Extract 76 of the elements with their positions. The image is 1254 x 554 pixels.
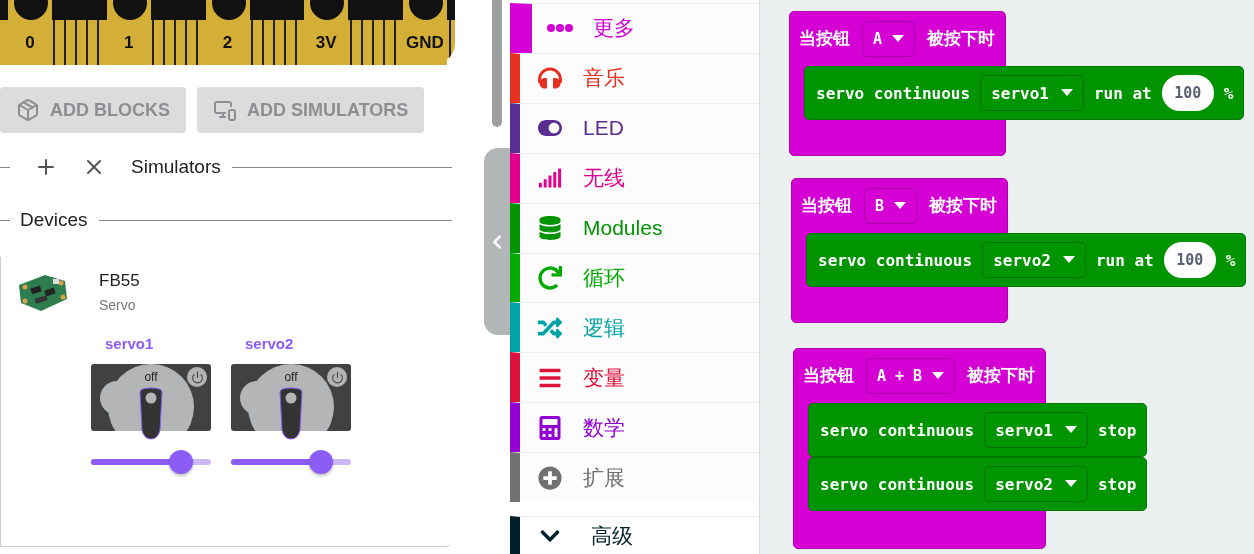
button-dropdown[interactable]: A + B — [866, 357, 956, 394]
servo-dropdown[interactable]: servo2 — [984, 466, 1088, 502]
caret-icon — [1060, 89, 1073, 97]
pin-label: 3V — [315, 33, 337, 53]
slider-thumb[interactable] — [169, 450, 193, 474]
collapse-handle[interactable] — [484, 148, 510, 335]
servo-dropdown[interactable]: servo1 — [980, 75, 1084, 111]
category-item[interactable]: 音乐 — [510, 52, 759, 103]
pin-label: GND — [406, 33, 444, 53]
block-icon — [16, 98, 40, 122]
caret-icon — [894, 201, 907, 210]
value-field[interactable]: 100 — [1163, 242, 1216, 278]
block-label: stop — [1097, 420, 1137, 440]
servo-state: off — [143, 370, 159, 384]
caret-icon — [1062, 256, 1075, 264]
pin-label: 1 — [124, 33, 134, 53]
category-item[interactable]: Modules — [510, 202, 759, 253]
redo-arrow-icon — [538, 266, 562, 290]
unit-label: % — [1225, 250, 1236, 270]
slider[interactable] — [231, 450, 351, 474]
category-item[interactable]: 循环 — [510, 252, 759, 303]
block-label: 当按钮 — [801, 194, 852, 217]
section-title: Simulators — [131, 156, 221, 178]
power-icon — [190, 370, 204, 384]
block-label: run at — [1095, 250, 1154, 270]
device-name: FB55 — [99, 271, 140, 291]
slider-thumb[interactable] — [309, 450, 333, 474]
devices-icon — [213, 98, 237, 122]
power-icon — [330, 370, 344, 384]
caret-icon — [1064, 480, 1077, 488]
category-item[interactable]: LED — [510, 102, 759, 153]
servo-label: servo2 — [245, 335, 295, 352]
block-label: stop — [1097, 474, 1137, 494]
servo-block[interactable]: servo continuous servo2 stop — [808, 457, 1148, 511]
value-field[interactable]: 100 — [1161, 75, 1214, 111]
category-item[interactable]: 更多 — [510, 3, 759, 53]
block-label: 被按下时 — [967, 364, 1036, 387]
stack-icon — [538, 216, 562, 241]
block-label: 被按下时 — [927, 27, 996, 50]
servo-dropdown[interactable]: servo1 — [984, 412, 1088, 448]
servo-block[interactable]: servo continuous servo1 run at 100 % — [804, 66, 1245, 120]
servo-block[interactable]: servo continuous servo1 stop — [808, 403, 1148, 457]
block-label: run at — [1093, 83, 1152, 103]
block-label: servo continuous — [816, 83, 971, 103]
button-dropdown[interactable]: A — [862, 20, 916, 57]
category-item[interactable]: 数学 — [510, 402, 759, 453]
scrollbar-thumb[interactable] — [492, 0, 502, 127]
servo-block[interactable]: servo continuous servo2 run at 100 % — [806, 233, 1247, 287]
shuffle-icon — [538, 315, 562, 340]
servo-label: servo1 — [105, 335, 155, 352]
block-label: servo continuous — [820, 420, 975, 440]
pin-label: 0 — [25, 33, 35, 53]
category-item[interactable]: 扩展 — [510, 452, 759, 503]
caret-icon — [932, 371, 945, 380]
device-type: Servo — [99, 297, 137, 313]
block-label: 当按钮 — [803, 364, 854, 387]
button-dropdown[interactable]: B — [864, 187, 918, 224]
category-item[interactable]: 逻辑 — [510, 302, 759, 353]
caret-icon — [892, 34, 905, 43]
block-label: 当按钮 — [799, 27, 850, 50]
servo-dropdown[interactable]: servo2 — [982, 242, 1086, 278]
block-label: servo continuous — [820, 474, 975, 494]
section-title: Devices — [20, 209, 88, 231]
category-item[interactable]: 无线 — [510, 152, 759, 203]
block-label: servo continuous — [818, 250, 973, 270]
calculator-icon — [538, 415, 562, 440]
signal-bars-icon — [538, 166, 562, 191]
block-label: 被按下时 — [929, 194, 998, 217]
category-item[interactable]: 变量 — [510, 352, 759, 403]
headphones-icon — [538, 66, 562, 91]
servo-state: off — [283, 370, 299, 384]
slider[interactable] — [91, 450, 211, 474]
caret-icon — [1064, 426, 1077, 434]
dots-icon — [547, 24, 573, 33]
unit-label: % — [1223, 83, 1234, 103]
pin-label: 2 — [222, 33, 233, 53]
